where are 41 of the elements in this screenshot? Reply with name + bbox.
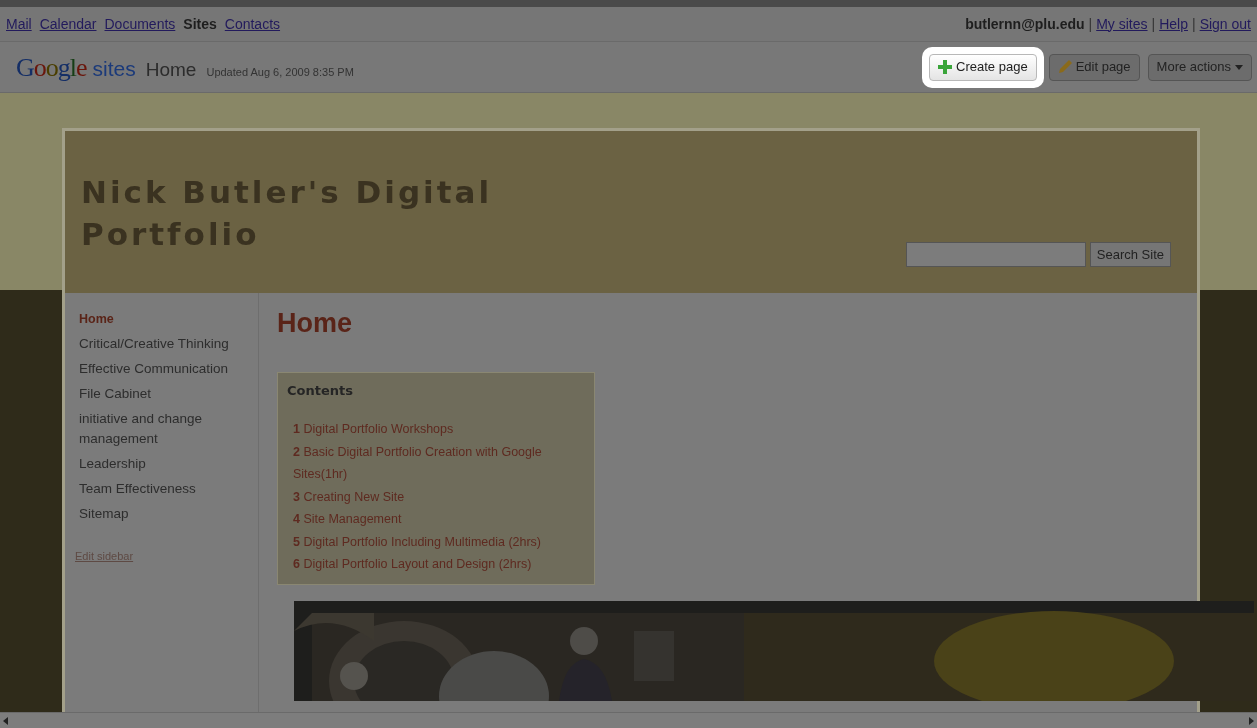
- toolbar-button[interactable]: Create page: [929, 53, 1037, 81]
- app-link[interactable]: Sites: [183, 13, 217, 35]
- caret-icon: [1235, 64, 1243, 70]
- user-email: butlernn@plu.edu: [965, 14, 1085, 34]
- plus-icon: [938, 60, 953, 74]
- sidebar-item[interactable]: Sitemap: [79, 504, 252, 524]
- header-link[interactable]: Help: [1159, 13, 1188, 35]
- contents-item[interactable]: 3 Creating New Site: [287, 485, 585, 508]
- separator: |: [1151, 14, 1156, 34]
- app-link[interactable]: Mail: [6, 13, 32, 35]
- app-link[interactable]: Documents: [104, 13, 176, 35]
- contents-item[interactable]: 2 Basic Digital Portfolio Creation with Google Sites(1hr): [287, 440, 585, 486]
- sidebar-item[interactable]: Leadership: [79, 454, 252, 474]
- separator: |: [1088, 14, 1093, 34]
- header-link[interactable]: Sign out: [1199, 13, 1251, 35]
- app-link[interactable]: Contacts: [224, 13, 281, 35]
- sidebar-item[interactable]: Effective Communication: [79, 359, 252, 379]
- header-link[interactable]: My sites: [1096, 13, 1148, 35]
- toolbar-button[interactable]: More actions: [1147, 53, 1252, 81]
- page-title: Home: [145, 57, 197, 82]
- updated-time: Updated Aug 6, 2009 8:35 PM: [206, 64, 354, 80]
- sidebar-item[interactable]: Team Effectiveness: [79, 479, 252, 499]
- pencil-icon: [1057, 60, 1072, 74]
- app-link[interactable]: Calendar: [39, 13, 97, 35]
- page-heading: Home: [277, 307, 353, 340]
- sidebar-item[interactable]: initiative and change management: [79, 409, 252, 449]
- contents-title: Contents: [287, 381, 354, 400]
- contents-item[interactable]: 4 Site Management: [287, 508, 585, 531]
- scroll-right-icon[interactable]: [1247, 716, 1255, 725]
- separator: |: [1192, 14, 1196, 34]
- sidebar-item[interactable]: Home: [79, 309, 252, 329]
- contents-item[interactable]: 1 Digital Portfolio Workshops: [287, 418, 585, 441]
- contents-item[interactable]: 6 Digital Portfolio Layout and Design (2hrs): [287, 553, 585, 576]
- google-sites-logo: Google sites: [16, 51, 136, 84]
- scroll-left-icon[interactable]: [2, 716, 10, 725]
- contents-item[interactable]: 5 Digital Portfolio Including Multimedia (2hrs): [287, 530, 585, 553]
- sidebar-item[interactable]: File Cabinet: [79, 384, 252, 404]
- search-button[interactable]: Search Site: [1089, 242, 1171, 267]
- toolbar-button[interactable]: Edit page: [1048, 53, 1140, 81]
- search-field[interactable]: [905, 242, 1086, 267]
- sidebar-item[interactable]: Critical/Creative Thinking: [79, 334, 252, 354]
